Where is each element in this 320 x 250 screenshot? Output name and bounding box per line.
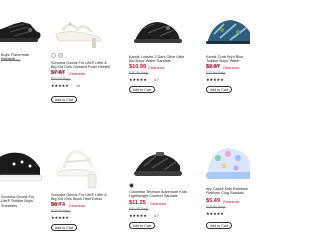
product-card[interactable]: Sonoma Goods For Life® Toddler Boys' Sne… [0, 128, 44, 250]
clearance-label: Clearance [69, 203, 86, 208]
star-rating: ★★★★★ [206, 211, 224, 216]
sale-price: $6.74 [51, 202, 65, 208]
product-card[interactable]: Sonoma Goods For Life® Little & Big Kid … [48, 0, 112, 120]
product-card[interactable]: Kamik Lobster 2 Dark Olive Little Kid Bo… [126, 0, 190, 120]
original-price: $30.00 Reg. [129, 71, 149, 75]
clearance-label: Clearance [150, 201, 167, 206]
add-to-cart-button[interactable]: Add to Cart [129, 86, 155, 93]
black-water-sandal-icon[interactable] [126, 0, 190, 52]
star-rating: ★★★★★ [129, 213, 147, 218]
original-price: $29.00 Reg. [51, 209, 71, 213]
original-price: $45.00 Reg. [129, 207, 149, 211]
clearance-label: Clearance [148, 65, 165, 70]
product-title[interactable]: itzy Capell Kids Rainbow Platform Clog S… [206, 187, 250, 196]
product-title[interactable]: Kamik Lobster 2 Dark Olive Little Kid Bo… [129, 55, 187, 64]
clearance-label: Clearance [69, 71, 86, 76]
sale-price: $2.37 [206, 64, 220, 70]
color-swatch-black[interactable] [129, 183, 134, 188]
white-heeled-sandal-icon[interactable] [48, 0, 112, 52]
add-to-cart-button[interactable]: Add to Cart [206, 86, 232, 93]
star-rating: ★★★★★ [51, 83, 69, 88]
star-rating: ★★★★★ [129, 77, 147, 82]
sale-price: $11.25 [129, 200, 146, 206]
rating-count: 16 [76, 83, 80, 88]
add-to-cart-button[interactable]: Add to Cart [129, 222, 155, 229]
color-swatch-cream[interactable] [58, 53, 63, 58]
original-price: $23.98 Reg. [206, 71, 226, 75]
product-grid: Boys' Fisherman Sandals $59.00 Reg. Sono… [0, 0, 250, 250]
add-to-cart-button[interactable]: Add to Cart [51, 224, 77, 231]
product-card[interactable]: Sonoma Goods For Life® Little & Big Kid … [48, 128, 112, 250]
rating-value: 4.7 [154, 77, 159, 82]
add-to-cart-button[interactable]: Add to Cart [51, 96, 77, 103]
product-card[interactable]: Kamik Crab Print Blue Toddler Boys' Wate… [204, 0, 250, 120]
add-to-cart-button[interactable]: Add to Cart [206, 222, 232, 229]
sale-price: $10.99 [129, 64, 147, 70]
white-block-heel-sandal-icon[interactable] [48, 128, 112, 192]
clearance-label: Clearance [223, 199, 240, 204]
original-price: $30.00 Reg. [51, 77, 71, 81]
star-rating: ★★★★★ [206, 77, 224, 82]
product-card[interactable]: itzy Capell Kids Rainbow Platform Clog S… [204, 128, 250, 250]
black-sport-sandal-icon[interactable] [126, 128, 190, 182]
original-price: $59.00 Reg. [1, 58, 21, 62]
sale-price: $7.67 [51, 70, 65, 76]
product-card[interactable]: Boys' Fisherman Sandals $59.00 Reg. [0, 0, 44, 120]
rating-value: 4.7 [154, 213, 159, 218]
rainbow-clog-icon[interactable] [204, 128, 250, 186]
star-rating: ★★★★★ [51, 215, 69, 220]
color-swatch-white[interactable] [51, 53, 56, 58]
black-fisherman-sandal-icon[interactable] [0, 0, 44, 52]
product-card[interactable]: Columbia Techsun Adventure Kids Lightwei… [126, 128, 190, 250]
sale-price: $5.49 [206, 198, 220, 204]
product-title[interactable]: Columbia Techsun Adventure Kids Lightwei… [129, 190, 187, 199]
black-slip-on-sneaker-icon[interactable] [0, 128, 44, 192]
product-title[interactable]: Sonoma Goods For Life® Toddler Boys' Sne… [1, 195, 43, 208]
original-price: $25.00 Reg. [206, 205, 226, 209]
clearance-label: Clearance [223, 65, 240, 70]
camo-water-sandal-icon[interactable] [204, 0, 250, 52]
